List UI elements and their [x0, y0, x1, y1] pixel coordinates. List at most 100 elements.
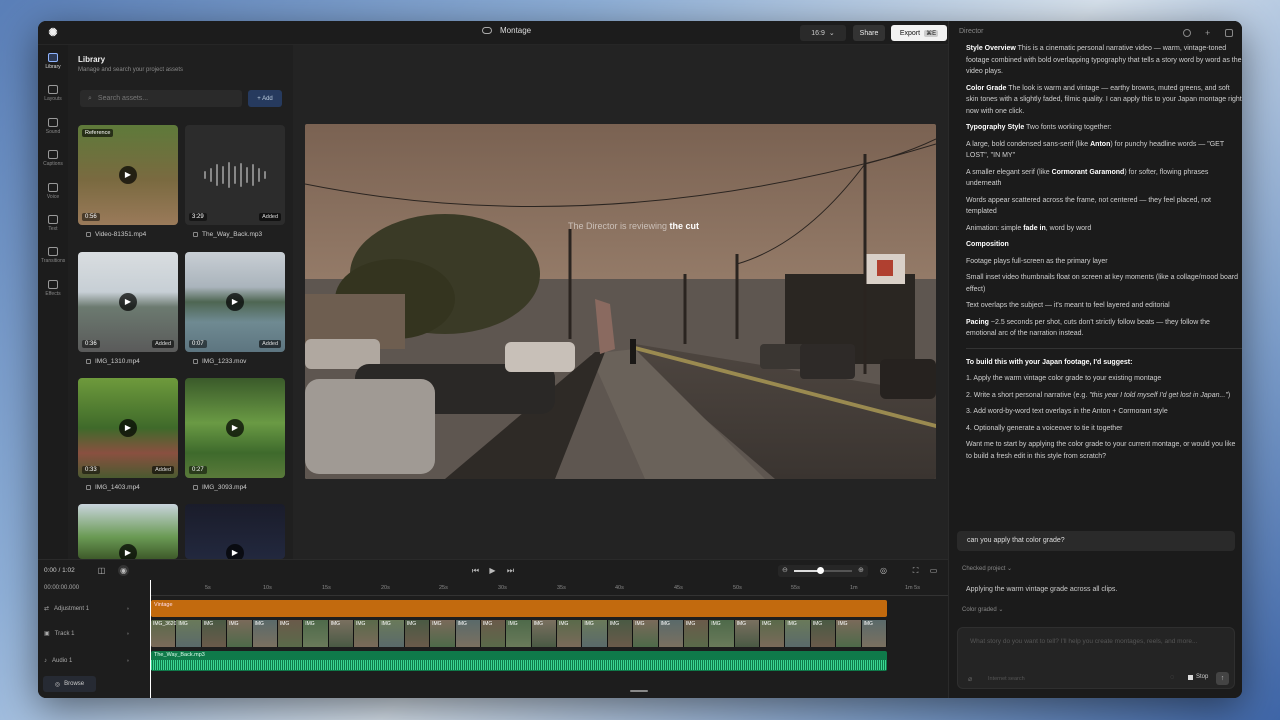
play-icon[interactable]: ▶	[119, 419, 137, 437]
fullscreen-icon[interactable]: ⛶	[910, 565, 921, 576]
resize-handle[interactable]	[630, 690, 648, 692]
asset-card[interactable]: ▶ 0:33 Added IMG_1403.mp4	[78, 378, 178, 491]
share-button[interactable]: Share	[853, 25, 885, 41]
visibility-icon[interactable]: ◑	[126, 606, 129, 612]
audio-clip[interactable]: The_Way_Back.mp3	[151, 651, 887, 671]
asset-thumbnail[interactable]: ▶ 0:27	[185, 378, 285, 478]
time-ruler[interactable]: 00:00:00.000 5s 10s 15s 20s 25s 30s 35s …	[44, 582, 948, 596]
panel-toggle-icon[interactable]	[1225, 29, 1233, 37]
asset-card[interactable]: Reference ▶ 0:56 Video-81351.mp4	[78, 125, 178, 238]
status-checked-project[interactable]: Checked project ⌄	[962, 565, 1012, 572]
skip-forward-icon[interactable]: ⏭	[505, 565, 516, 576]
video-segment[interactable]: IMG	[810, 620, 837, 647]
video-segment[interactable]: IMG	[557, 620, 583, 647]
zoom-in-icon[interactable]: ⊕	[858, 566, 864, 574]
video-segment[interactable]: IMG	[455, 620, 481, 647]
asset-card[interactable]: ▶ 0:07 Added IMG_1233.mov	[185, 252, 285, 365]
playhead[interactable]	[150, 580, 151, 698]
video-segment[interactable]: IMG	[252, 620, 278, 647]
asset-thumbnail[interactable]: ▶ 0:36 Added	[78, 252, 178, 352]
rail-item-text[interactable]: Text	[41, 215, 65, 232]
asset-thumbnail[interactable]: 3:29 Added	[185, 125, 285, 225]
asset-thumbnail[interactable]: ▶ 0:33 Added	[78, 378, 178, 478]
rail-item-voice[interactable]: Voice	[41, 183, 65, 200]
attachment-icon[interactable]: ⌀	[968, 675, 972, 683]
new-chat-icon[interactable]: +	[1205, 29, 1213, 38]
play-button-icon[interactable]: ▶	[487, 565, 498, 576]
asset-card[interactable]: ▶	[185, 504, 285, 559]
video-segment[interactable]: IMG	[582, 620, 608, 647]
video-segment[interactable]: IMG_3620	[151, 620, 177, 647]
video-segment[interactable]: IMG	[658, 620, 684, 647]
browse-button[interactable]: ◎ Browse	[43, 676, 96, 692]
split-icon[interactable]: ◫	[96, 565, 107, 576]
history-icon[interactable]	[1183, 29, 1191, 37]
zoom-slider[interactable]: ⊖ ⊕	[778, 565, 868, 577]
track-label-video[interactable]: ▣ Track 1 ◑	[44, 630, 144, 638]
video-segment[interactable]: IMG	[354, 620, 380, 647]
video-segment[interactable]: IMG	[709, 620, 735, 647]
stop-button[interactable]: Stop	[1188, 674, 1208, 680]
send-button[interactable]: ↑	[1216, 672, 1229, 685]
play-icon[interactable]: ▶	[119, 293, 137, 311]
video-segment[interactable]: IMG	[201, 620, 228, 647]
asset-thumbnail[interactable]: ▶ 0:07 Added	[185, 252, 285, 352]
volume-icon[interactable]: ◑	[126, 658, 129, 664]
status-color-graded[interactable]: Color graded ⌄	[962, 606, 1003, 613]
adjustment-clip[interactable]: Vintage	[151, 600, 887, 617]
play-icon[interactable]: ▶	[226, 544, 244, 559]
add-asset-button[interactable]: + Add	[248, 90, 282, 107]
rail-item-sound[interactable]: Sound	[41, 118, 65, 135]
video-segment[interactable]: IMG	[785, 620, 811, 647]
video-segment[interactable]: IMG	[760, 620, 786, 647]
aspect-ratio-select[interactable]: 16:9 ⌄	[800, 25, 846, 41]
video-segment[interactable]: IMG	[303, 620, 329, 647]
track-label-audio[interactable]: ♪ Audio 1 ◑	[44, 658, 144, 664]
video-segment[interactable]: IMG	[607, 620, 634, 647]
video-segment[interactable]: IMG	[328, 620, 354, 647]
video-clip-strip[interactable]: IMG_3620 IMG IMG IMG IMG IMG IMG IMG IMG IMG IMG IM…	[151, 620, 887, 647]
preview-frame[interactable]	[305, 124, 936, 479]
play-icon[interactable]: ▶	[226, 293, 244, 311]
rail-item-transitions[interactable]: Transitions	[41, 247, 65, 264]
asset-card[interactable]: ▶ 0:27 IMG_3093.mp4	[185, 378, 285, 491]
play-icon[interactable]: ▶	[226, 419, 244, 437]
video-segment[interactable]: IMG	[227, 620, 253, 647]
asset-card[interactable]: 3:29 Added The_Way_Back.mp3	[185, 125, 285, 238]
magnet-icon[interactable]: ◉	[118, 565, 129, 576]
rail-item-library[interactable]: Library	[41, 53, 65, 70]
monitor-icon[interactable]: ▭	[928, 565, 939, 576]
rail-item-captions[interactable]: Captions	[41, 150, 65, 167]
video-segment[interactable]: IMG	[277, 620, 304, 647]
video-segment[interactable]: IMG	[506, 620, 532, 647]
video-segment[interactable]: IMG	[836, 620, 862, 647]
zoom-handle[interactable]	[817, 567, 824, 574]
asset-thumbnail[interactable]: ▶	[185, 504, 285, 559]
search-input[interactable]: ⌕ Search assets...	[80, 90, 242, 107]
video-segment[interactable]: IMG	[683, 620, 710, 647]
asset-thumbnail[interactable]: ▶	[78, 504, 178, 559]
asset-thumbnail[interactable]: Reference ▶ 0:56	[78, 125, 178, 225]
app-logo-icon[interactable]: ✺	[46, 26, 60, 40]
video-segment[interactable]: IMG	[430, 620, 456, 647]
video-segment[interactable]: IMG	[480, 620, 507, 647]
video-segment[interactable]: IMG	[379, 620, 405, 647]
project-title[interactable]: Montage	[482, 26, 531, 35]
snapshot-icon[interactable]: ◎	[878, 565, 889, 576]
asset-card[interactable]: ▶ 0:36 Added IMG_1310.mp4	[78, 252, 178, 365]
asset-card[interactable]: ▶	[78, 504, 178, 559]
rail-item-layouts[interactable]: Layouts	[41, 85, 65, 102]
zoom-out-icon[interactable]: ⊖	[782, 566, 788, 574]
play-icon[interactable]: ▶	[119, 544, 137, 559]
video-segment[interactable]: IMG	[734, 620, 760, 647]
visibility-icon[interactable]: ◑	[126, 631, 129, 637]
video-segment[interactable]: IMG	[404, 620, 431, 647]
skip-back-icon[interactable]: ⏮	[470, 565, 481, 576]
internet-search-toggle[interactable]: Internet search	[988, 676, 1025, 682]
video-segment[interactable]: IMG	[531, 620, 557, 647]
play-icon[interactable]: ▶	[119, 166, 137, 184]
video-segment[interactable]: IMG	[633, 620, 659, 647]
video-segment[interactable]: IMG	[861, 620, 887, 647]
prompt-input[interactable]: What story do you want to tell? I'll hel…	[957, 627, 1235, 689]
rail-item-effects[interactable]: Effects	[41, 280, 65, 297]
